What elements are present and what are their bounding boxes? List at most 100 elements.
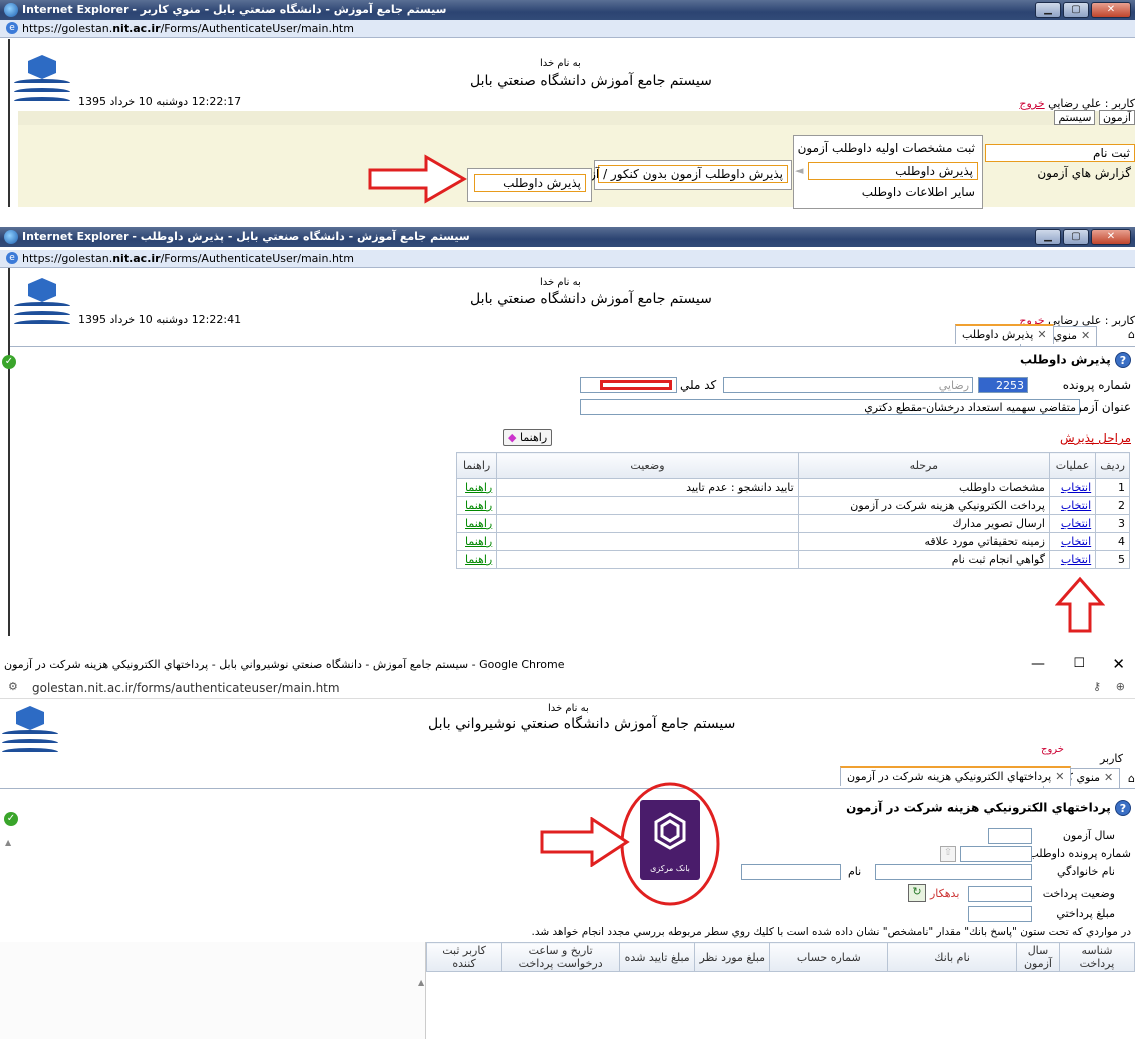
pay-status-input[interactable]: [968, 886, 1032, 902]
year-input[interactable]: [988, 828, 1032, 844]
ie-icon: [4, 230, 18, 244]
menu-candidate-admission-final[interactable]: پذيرش داوطلب: [474, 174, 586, 192]
label-lastname: نام خانوادگي: [1057, 865, 1115, 878]
close-button[interactable]: ✕: [1091, 229, 1131, 245]
refresh-icon[interactable]: ↻: [908, 884, 926, 902]
minimize-button[interactable]: —: [1031, 656, 1045, 672]
window1-addressbar[interactable]: e https://golestan.nit.ac.ir/Forms/Authe…: [0, 20, 1135, 38]
header-basmala: به نام خدا: [548, 703, 589, 714]
minimize-button[interactable]: ▁: [1035, 229, 1061, 245]
select-link[interactable]: انتخاب: [1048, 532, 1097, 551]
datetime: 12:22:17 دوشنبه 10 خرداد 1395: [78, 95, 242, 108]
select-link[interactable]: انتخاب: [1048, 550, 1097, 569]
site-info-icon[interactable]: ⚙: [8, 680, 18, 693]
stages-link[interactable]: مراحل پذيرش: [1060, 431, 1131, 445]
maximize-button[interactable]: ☐: [1073, 656, 1085, 671]
file-no-input[interactable]: [978, 377, 1028, 393]
url-text[interactable]: golestan.nit.ac.ir/forms/authenticateuse…: [32, 681, 340, 695]
lastname-input[interactable]: [875, 864, 1032, 880]
red-arrow-right-icon: [540, 817, 630, 867]
window2-title: Internet Explorer - سيستم جامع آموزش - د…: [22, 230, 470, 243]
url-text[interactable]: https://golestan.nit.ac.ir/Forms/Authent…: [22, 22, 354, 35]
logout-link[interactable]: خروج: [1019, 97, 1044, 110]
close-button[interactable]: ✕: [1091, 2, 1131, 18]
help-icon[interactable]: ?: [1115, 800, 1131, 816]
notice-text: در مواردي كه تحت ستون "پاسخ بانك" مقدار …: [531, 926, 1131, 938]
select-link[interactable]: انتخاب: [1048, 514, 1097, 533]
table-header-row: رديف عمليات مرحله وضعيت راهنما: [455, 452, 1130, 479]
menu-other-info[interactable]: ساير اطلاعات داوطلب: [797, 184, 979, 202]
exam-title-input[interactable]: [580, 399, 1080, 415]
close-tab-icon[interactable]: ✕: [1037, 328, 1046, 341]
scroll-up-icon[interactable]: ▲: [418, 978, 424, 987]
stage-name: پرداخت الكترونيكي هزينه شركت در آزمون: [797, 496, 1050, 515]
logout-link[interactable]: خروج: [1041, 744, 1064, 755]
table-row: 4 انتخاب زمينه تحقيقاتي مورد علاقه راهنما: [455, 532, 1130, 551]
help-link[interactable]: راهنما: [455, 514, 498, 533]
stage-status: [496, 514, 799, 533]
menu-candidate-admission[interactable]: پذيرش داوطلب: [808, 162, 978, 180]
help-button[interactable]: ◆ راهنما: [503, 429, 553, 446]
table-row: 3 انتخاب ارسال تصوير مدارك راهنما: [455, 514, 1130, 533]
help-link[interactable]: راهنما: [455, 550, 498, 569]
menu-register[interactable]: ثبت نام: [985, 144, 1135, 162]
lastname-input[interactable]: [723, 377, 973, 393]
close-button[interactable]: ✕: [1112, 655, 1125, 673]
page-icon: e: [6, 252, 18, 264]
lookup-icon[interactable]: ⇧: [940, 846, 956, 862]
scroll-up-icon[interactable]: ▲: [5, 838, 11, 847]
col-ops: عمليات: [1048, 452, 1097, 479]
label-name: نام: [848, 865, 862, 878]
row-number: 1: [1095, 478, 1130, 497]
payments-table: شناسه پرداخت سال آزمون نام بانك شماره حساب م…: [425, 942, 1135, 972]
datetime: 12:22:41 دوشنبه 10 خرداد 1395: [78, 313, 242, 326]
window3-titlebar: سيستم جامع آموزش - دانشگاه صنعتي نوشيروا…: [0, 655, 1135, 675]
header-basmala: به نام خدا: [540, 58, 581, 69]
payments-col: شناسه پرداخت: [1058, 942, 1135, 972]
zoom-icon[interactable]: ⊕: [1116, 680, 1125, 693]
help-link[interactable]: راهنما: [455, 496, 498, 515]
key-icon[interactable]: ⚷: [1093, 680, 1101, 693]
minimize-button[interactable]: ▁: [1035, 2, 1061, 18]
amount-input[interactable]: [968, 906, 1032, 922]
payments-col: شماره حساب: [769, 942, 889, 972]
window3-title: سيستم جامع آموزش - دانشگاه صنعتي نوشيروا…: [4, 658, 565, 671]
user-label: كاربر: [1099, 752, 1123, 765]
stage-status: [496, 532, 799, 551]
home-icon[interactable]: ⌂: [1128, 772, 1135, 785]
select-link[interactable]: انتخاب: [1048, 496, 1097, 515]
name-input[interactable]: [741, 864, 841, 880]
row-number: 5: [1095, 550, 1130, 569]
table-row: 5 انتخاب گواهي انجام ثبت نام راهنما: [455, 550, 1130, 569]
url-text[interactable]: https://golestan.nit.ac.ir/Forms/Authent…: [22, 252, 354, 265]
stage-status: [496, 550, 799, 569]
menu-admission-no-konkur[interactable]: پذيرش داوطلب آزمون بدون كنكور / آزاد: [581, 165, 788, 183]
col-help: راهنما: [455, 452, 498, 479]
close-tab-icon[interactable]: ✕: [1104, 771, 1113, 784]
close-tab-icon[interactable]: ✕: [1081, 329, 1090, 342]
university-logo: [14, 55, 70, 111]
col-row: رديف: [1095, 452, 1130, 479]
help-link[interactable]: راهنما: [455, 478, 498, 497]
help-link[interactable]: راهنما: [455, 532, 498, 551]
maximize-button[interactable]: ▢: [1063, 2, 1089, 18]
window2-addressbar[interactable]: e https://golestan.nit.ac.ir/Forms/Authe…: [0, 250, 1135, 268]
help-icon[interactable]: ?: [1115, 352, 1131, 368]
window3-addressbar[interactable]: ⚙ golestan.nit.ac.ir/forms/authenticateu…: [0, 677, 1135, 699]
scroll-area: [0, 942, 426, 1039]
file-no-input[interactable]: [960, 846, 1032, 862]
menu-initial-info[interactable]: ثبت مشخصات اوليه داوطلب آزمون: [797, 140, 979, 158]
payments-col: تاريخ و ساعت درخواست پرداخت: [501, 942, 621, 972]
tab-electronic-payments[interactable]: ✕پرداختهاي الكترونيكي هزينه شركت در آزمو…: [840, 766, 1072, 786]
home-icon[interactable]: ⌂: [1128, 328, 1135, 341]
row-number: 4: [1095, 532, 1130, 551]
system-button[interactable]: سيستم: [1054, 110, 1096, 125]
red-circle-highlight: [620, 782, 720, 906]
azmoon-button[interactable]: آزمون: [1098, 110, 1135, 125]
university-logo: [2, 706, 58, 762]
close-tab-icon[interactable]: ✕: [1055, 770, 1064, 783]
menu-exam-reports[interactable]: گزارش هاي آزمون: [985, 165, 1135, 183]
select-link[interactable]: انتخاب: [1048, 478, 1097, 497]
tab-candidate-admission[interactable]: ✕پذيرش داوطلب: [955, 324, 1054, 344]
maximize-button[interactable]: ▢: [1063, 229, 1089, 245]
